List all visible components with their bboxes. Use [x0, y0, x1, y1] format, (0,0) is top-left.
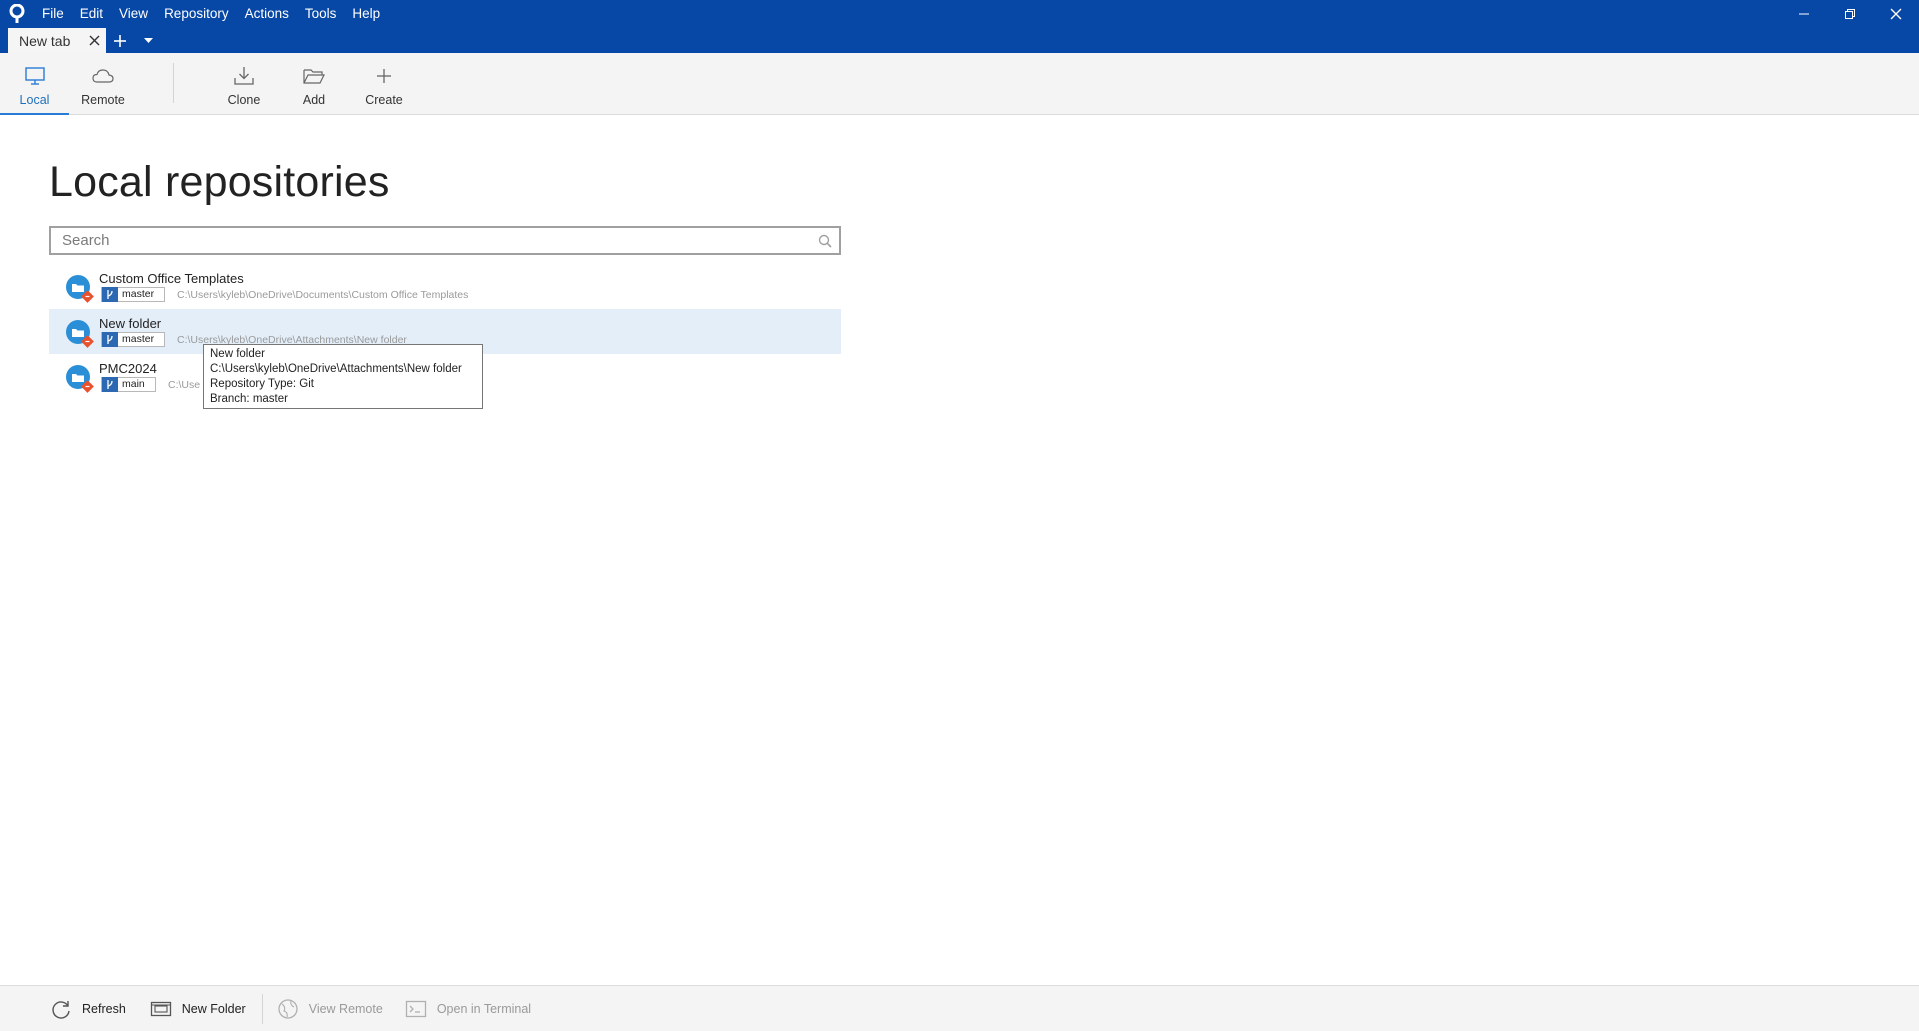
remote-label: Remote: [81, 93, 125, 107]
search-box: [49, 226, 841, 255]
branch-icon: [102, 332, 118, 347]
title-bar: File Edit View Repository Actions Tools …: [0, 0, 1919, 27]
sourcetree-logo-icon: [0, 0, 34, 27]
menu-help[interactable]: Help: [344, 0, 388, 27]
bottombar-divider: [261, 993, 263, 1024]
close-icon: [89, 35, 99, 46]
view-remote-label: View Remote: [308, 1001, 383, 1016]
remote-button[interactable]: Remote: [73, 53, 133, 115]
folder-open-icon: [302, 65, 326, 87]
close-icon: [1890, 8, 1902, 19]
toolbar-divider: [173, 63, 174, 103]
repository-name: New folder: [99, 316, 162, 331]
menu-repository[interactable]: Repository: [156, 0, 237, 27]
restore-icon: [1845, 8, 1855, 19]
refresh-button[interactable]: Refresh: [48, 994, 126, 1024]
tooltip-path: C:\Users\kyleb\OneDrive\Attachments\New …: [210, 363, 462, 375]
close-button[interactable]: [1873, 0, 1919, 27]
create-button[interactable]: Create: [359, 53, 409, 115]
git-repository-icon: [65, 274, 95, 304]
minimize-button[interactable]: [1781, 0, 1827, 27]
repository-path: C:\Use: [168, 379, 201, 391]
git-repository-icon: [65, 364, 95, 394]
tab-list-dropdown[interactable]: [134, 28, 162, 53]
search-input[interactable]: [51, 228, 811, 253]
open-terminal-label: Open in Terminal: [436, 1001, 532, 1016]
minimize-icon: [1799, 13, 1809, 14]
tab-label: New tab: [19, 32, 71, 49]
download-icon: [232, 65, 256, 87]
toolbar: Local Remote Clone Add Create: [0, 53, 1919, 115]
menu-file[interactable]: File: [34, 0, 72, 27]
refresh-icon: [48, 997, 74, 1021]
add-label: Add: [302, 93, 326, 107]
tab-close-button[interactable]: [86, 33, 102, 49]
tooltip-type: Repository Type: Git: [210, 378, 314, 390]
repository-path: C:\Users\kyleb\OneDrive\Documents\Custom…: [177, 289, 469, 301]
menu-tools[interactable]: Tools: [297, 0, 345, 27]
local-label: Local: [19, 93, 50, 107]
restore-button[interactable]: [1827, 0, 1873, 27]
clone-label: Clone: [227, 93, 261, 107]
menu-actions[interactable]: Actions: [237, 0, 297, 27]
refresh-label: Refresh: [82, 1001, 126, 1016]
branch-badge: master: [101, 287, 166, 302]
branch-badge: master: [101, 332, 166, 347]
git-repository-icon: [65, 319, 95, 349]
globe-icon: [275, 997, 301, 1021]
repository-name: Custom Office Templates: [99, 271, 244, 286]
new-folder-button[interactable]: New Folder: [148, 994, 246, 1024]
branch-icon: [102, 377, 118, 392]
repository-item[interactable]: Custom Office Templates master C:\Users\…: [49, 264, 841, 309]
menu-edit[interactable]: Edit: [72, 0, 111, 27]
tab-strip: New tab: [0, 27, 1919, 53]
monitor-icon: [23, 65, 47, 87]
page-title: Local repositories: [49, 158, 390, 206]
branch-badge: main: [101, 377, 156, 392]
open-terminal-button[interactable]: Open in Terminal: [403, 994, 531, 1024]
new-tab-button[interactable]: [106, 28, 134, 53]
add-button[interactable]: Add: [289, 53, 339, 115]
plus-icon: [372, 65, 396, 87]
terminal-icon: [403, 997, 429, 1021]
search-icon[interactable]: [811, 228, 839, 253]
tooltip-branch: Branch: master: [210, 393, 288, 405]
local-button[interactable]: Local: [0, 53, 69, 115]
tab-new-tab[interactable]: New tab: [8, 28, 106, 53]
create-label: Create: [365, 93, 403, 107]
branch-name: main: [122, 378, 145, 390]
clone-button[interactable]: Clone: [219, 53, 269, 115]
new-folder-label: New Folder: [181, 1001, 246, 1016]
repository-name: PMC2024: [99, 361, 157, 376]
branch-name: master: [122, 333, 155, 345]
cloud-icon: [91, 65, 115, 87]
new-folder-icon: [148, 997, 174, 1021]
menu-bar: File Edit View Repository Actions Tools …: [34, 0, 388, 27]
bottom-action-bar: Refresh New Folder View Remote Open in T…: [0, 985, 1919, 1031]
chevron-down-icon: [143, 37, 153, 43]
plus-icon: [114, 34, 126, 47]
branch-name: master: [122, 288, 155, 300]
tooltip-name: New folder: [210, 348, 265, 360]
view-remote-button[interactable]: View Remote: [275, 994, 383, 1024]
branch-icon: [102, 287, 118, 302]
window-controls: [1781, 0, 1919, 27]
repository-tooltip: New folder C:\Users\kyleb\OneDrive\Attac…: [203, 344, 483, 409]
menu-view[interactable]: View: [111, 0, 156, 27]
